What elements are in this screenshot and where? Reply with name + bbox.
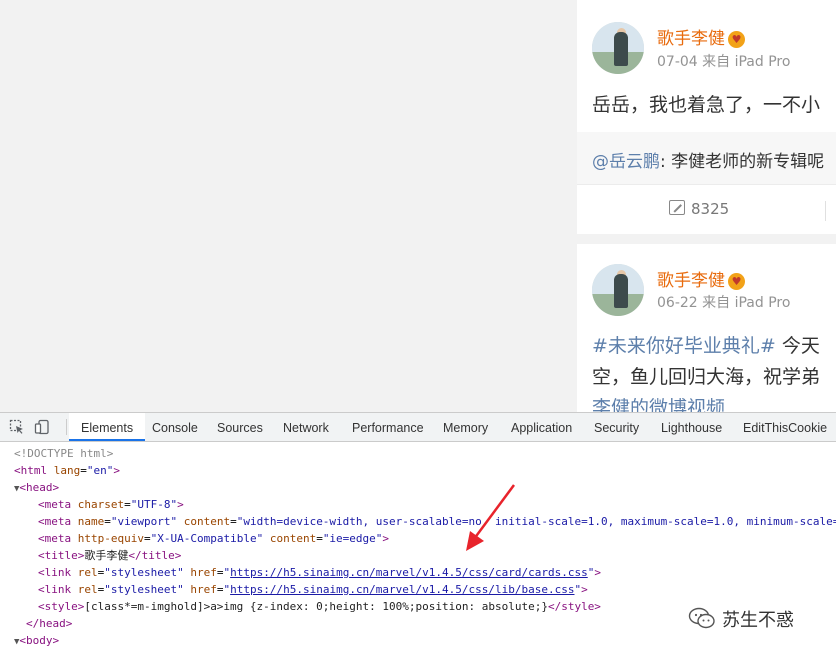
dom-meta-compat[interactable]: <meta http-equiv="X-UA-Compatible" conte…: [38, 530, 389, 547]
verified-badge-icon: ♥: [728, 273, 745, 290]
annotation-arrow-icon: [466, 484, 516, 551]
dom-meta-viewport[interactable]: <meta name="viewport" content="width=dev…: [38, 513, 836, 530]
author-name[interactable]: 歌手李健 ♥: [657, 266, 745, 291]
watermark: 苏生不惑: [688, 603, 818, 633]
tab-console[interactable]: Console: [140, 413, 210, 441]
post-card[interactable]: 歌手李健 ♥ 06-22 来自 iPad Pro #未来你好毕业典礼# 今天 空，…: [577, 244, 836, 412]
post-meta: 06-22 来自 iPad Pro: [657, 295, 791, 311]
post-text-line2: 空，鱼儿回归大海，祝学弟: [592, 366, 821, 388]
tab-security[interactable]: Security: [582, 413, 651, 441]
post-text-rest: 今天: [775, 335, 820, 357]
dom-link-base[interactable]: <link rel="stylesheet" href="https://h5.…: [38, 581, 588, 598]
post-text: #未来你好毕业典礼# 今天: [592, 331, 820, 358]
watermark-text: 苏生不惑: [722, 610, 794, 631]
author-avatar[interactable]: [592, 264, 644, 316]
retweet-text: : 李健老师的新专辑呢: [660, 152, 825, 172]
toolbar-separator: [66, 419, 67, 435]
author-name-text[interactable]: 歌手李健: [657, 271, 725, 291]
tab-network[interactable]: Network: [271, 413, 341, 441]
devtools-panel: Elements Console Sources Network Perform…: [0, 412, 836, 654]
repost-count: 8325: [691, 200, 730, 218]
stylesheet-link[interactable]: https://h5.sinaimg.cn/marvel/v1.4.5/css/…: [230, 583, 574, 596]
dom-head-close[interactable]: </head>: [26, 615, 72, 632]
dom-title[interactable]: <title>歌手李健</title>: [38, 547, 181, 564]
tab-application[interactable]: Application: [499, 413, 584, 441]
tab-lighthouse[interactable]: Lighthouse: [649, 413, 734, 441]
post-meta: 07-04 来自 iPad Pro: [657, 54, 791, 70]
dom-style[interactable]: <style>[class*=m-imghold]>a>img {z-index…: [38, 598, 601, 615]
retweet-box[interactable]: @岳云鹏: 李健老师的新专辑呢: [577, 132, 836, 184]
dom-body-node[interactable]: ▼<body>: [14, 632, 59, 651]
tab-elements[interactable]: Elements: [69, 413, 146, 441]
dom-meta-charset[interactable]: <meta charset="UTF-8">: [38, 496, 184, 513]
repost-button[interactable]: 8325: [669, 200, 729, 218]
devtools-tabbar: Elements Console Sources Network Perform…: [0, 413, 836, 442]
post-actions: 8325: [577, 184, 836, 235]
post-card[interactable]: 歌手李健 ♥ 07-04 来自 iPad Pro 岳岳，我也着急了，一不小 @岳云…: [577, 0, 836, 234]
web-page-viewport: 歌手李健 ♥ 07-04 来自 iPad Pro 岳岳，我也着急了，一不小 @岳云…: [0, 0, 836, 412]
verified-badge-icon: ♥: [728, 31, 745, 48]
tab-sources[interactable]: Sources: [205, 413, 275, 441]
device-toolbar-icon[interactable]: [34, 419, 50, 435]
repost-icon: [669, 200, 685, 215]
tab-memory[interactable]: Memory: [431, 413, 500, 441]
author-name[interactable]: 歌手李健 ♥: [657, 24, 745, 49]
post-text: 岳岳，我也着急了，一不小: [592, 94, 821, 116]
author-name-text[interactable]: 歌手李健: [657, 29, 725, 49]
retweet-user-link[interactable]: @岳云鹏: [592, 152, 660, 172]
video-link[interactable]: 李健的微博视频: [592, 393, 725, 412]
dom-doctype[interactable]: <!DOCTYPE html>: [14, 445, 113, 462]
author-avatar[interactable]: [592, 22, 644, 74]
wechat-icon: [688, 607, 715, 629]
tab-editthiscookie[interactable]: EditThisCookie: [731, 413, 836, 441]
topic-link[interactable]: #未来你好毕业典礼#: [592, 335, 776, 357]
dom-link-cards[interactable]: <link rel="stylesheet" href="https://h5.…: [38, 564, 601, 581]
tab-performance[interactable]: Performance: [340, 413, 436, 441]
action-divider: [825, 201, 826, 221]
stylesheet-link[interactable]: https://h5.sinaimg.cn/marvel/v1.4.5/css/…: [230, 566, 588, 579]
weibo-feed: 歌手李健 ♥ 07-04 来自 iPad Pro 岳岳，我也着急了，一不小 @岳云…: [577, 0, 836, 412]
dom-html-node[interactable]: <html lang="en">: [14, 462, 120, 479]
inspect-element-icon[interactable]: [9, 419, 25, 435]
